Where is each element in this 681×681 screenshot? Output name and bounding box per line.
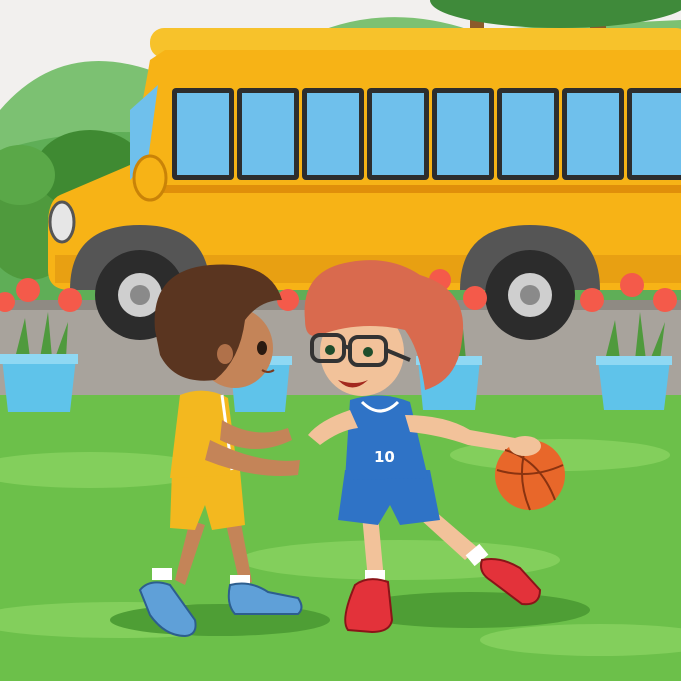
illustration: 10 <box>0 0 681 681</box>
bus-headlight <box>48 200 76 244</box>
playground-scene: 10 <box>0 0 681 681</box>
bus-mirror <box>132 154 168 202</box>
jersey-number: 10 <box>374 448 395 466</box>
bus-stripe <box>150 185 681 193</box>
pot-left <box>2 358 76 412</box>
bus-windows <box>172 88 681 180</box>
bus-wheel-rear <box>485 250 575 340</box>
